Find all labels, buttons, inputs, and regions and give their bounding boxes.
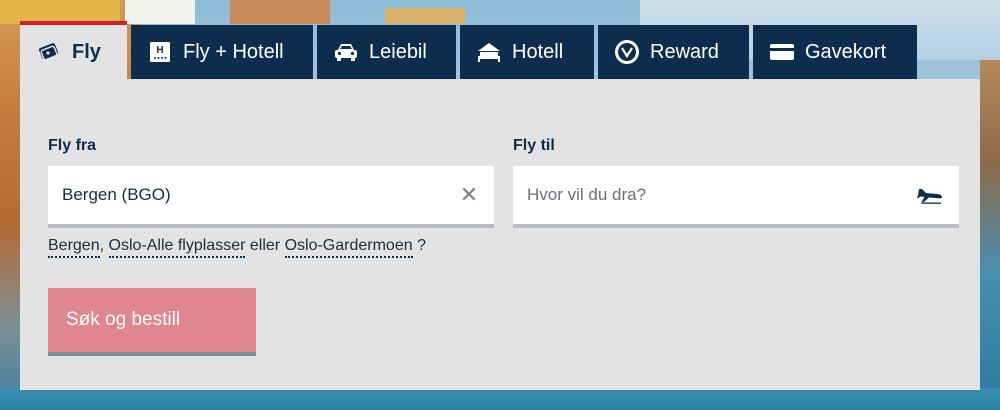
tab-label: Reward <box>650 40 719 63</box>
reward-medal-icon <box>614 39 640 65</box>
svg-text:H: H <box>156 45 163 56</box>
airport-suggestions: Bergen, Oslo-Alle flyplasser eller Oslo-… <box>48 237 426 258</box>
suggestion-separator: , <box>99 237 105 254</box>
tab-reward[interactable]: Reward <box>598 25 749 79</box>
suggestion-link-bergen[interactable]: Bergen <box>48 237 100 258</box>
gift-card-icon <box>769 39 795 65</box>
to-placeholder: Hvor vil du dra? <box>527 185 647 204</box>
tab-gavekort[interactable]: Gavekort <box>753 25 917 79</box>
bed-icon <box>476 39 502 65</box>
search-button-label: Søk og bestill <box>66 309 181 330</box>
tab-label: Hotell <box>512 40 564 63</box>
suggestion-link-oslo-alle[interactable]: Oslo-Alle flyplasser <box>108 237 246 258</box>
tab-fly[interactable]: Fly <box>20 21 127 79</box>
background-sea <box>0 388 1000 410</box>
search-button[interactable]: Søk og bestill <box>48 288 256 356</box>
background-building <box>230 0 330 24</box>
tab-label: Gavekort <box>805 40 887 63</box>
tab-label: Fly + Hotell <box>183 40 284 63</box>
tab-label: Leiebil <box>369 40 427 63</box>
background-building <box>125 0 195 24</box>
from-value: Bergen (BGO) <box>62 185 171 204</box>
hotel-h-icon: H <box>147 39 173 65</box>
booking-tabs: Fly H Fly + Hotell Leiebil Hotell Reward… <box>20 21 921 79</box>
from-label: Fly fra <box>48 137 97 154</box>
tab-fly-hotell[interactable]: H Fly + Hotell <box>131 25 313 79</box>
ticket-icon <box>36 39 62 65</box>
tab-hotell[interactable]: Hotell <box>460 25 594 79</box>
suggestion-question-mark: ? <box>417 237 426 254</box>
suggestion-link-oslo-gardermoen[interactable]: Oslo-Gardermoen <box>284 237 413 258</box>
to-label: Fly til <box>513 137 555 154</box>
tab-leiebil[interactable]: Leiebil <box>317 25 456 79</box>
search-panel: Fly fra Bergen (BGO) ✕ Fly til Hvor vil … <box>20 79 980 390</box>
clear-icon[interactable]: ✕ <box>458 182 480 207</box>
plane-landing-icon <box>917 185 945 205</box>
car-icon <box>333 39 359 65</box>
tab-label: Fly <box>72 40 101 63</box>
background-building <box>385 8 465 24</box>
from-field[interactable]: Bergen (BGO) ✕ <box>48 166 494 228</box>
suggestion-separator: eller <box>249 237 281 254</box>
background-scenery-right <box>980 60 1000 410</box>
to-field[interactable]: Hvor vil du dra? <box>513 166 959 228</box>
